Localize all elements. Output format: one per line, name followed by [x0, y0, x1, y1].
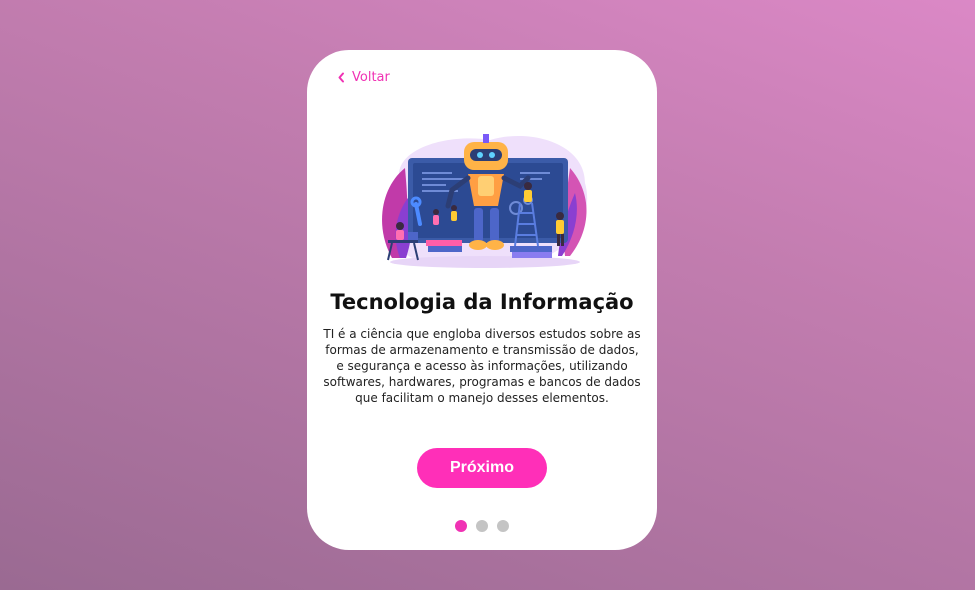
onboarding-card: Voltar Tecnologia da Informação TI é a c… — [307, 50, 657, 550]
next-button[interactable]: Próximo — [417, 448, 547, 488]
pagination-dot-2[interactable] — [476, 520, 488, 532]
chevron-left-icon — [337, 72, 345, 83]
back-label: Voltar — [352, 70, 390, 85]
slide-title: Tecnologia da Informação — [330, 290, 634, 314]
pagination-dot-1[interactable] — [455, 520, 467, 532]
back-link[interactable]: Voltar — [337, 70, 390, 85]
robot-it-team-illustration — [370, 128, 595, 270]
pagination-dots — [307, 520, 657, 532]
pagination-dot-3[interactable] — [497, 520, 509, 532]
slide-description: TI é a ciência que engloba diversos estu… — [323, 327, 641, 405]
